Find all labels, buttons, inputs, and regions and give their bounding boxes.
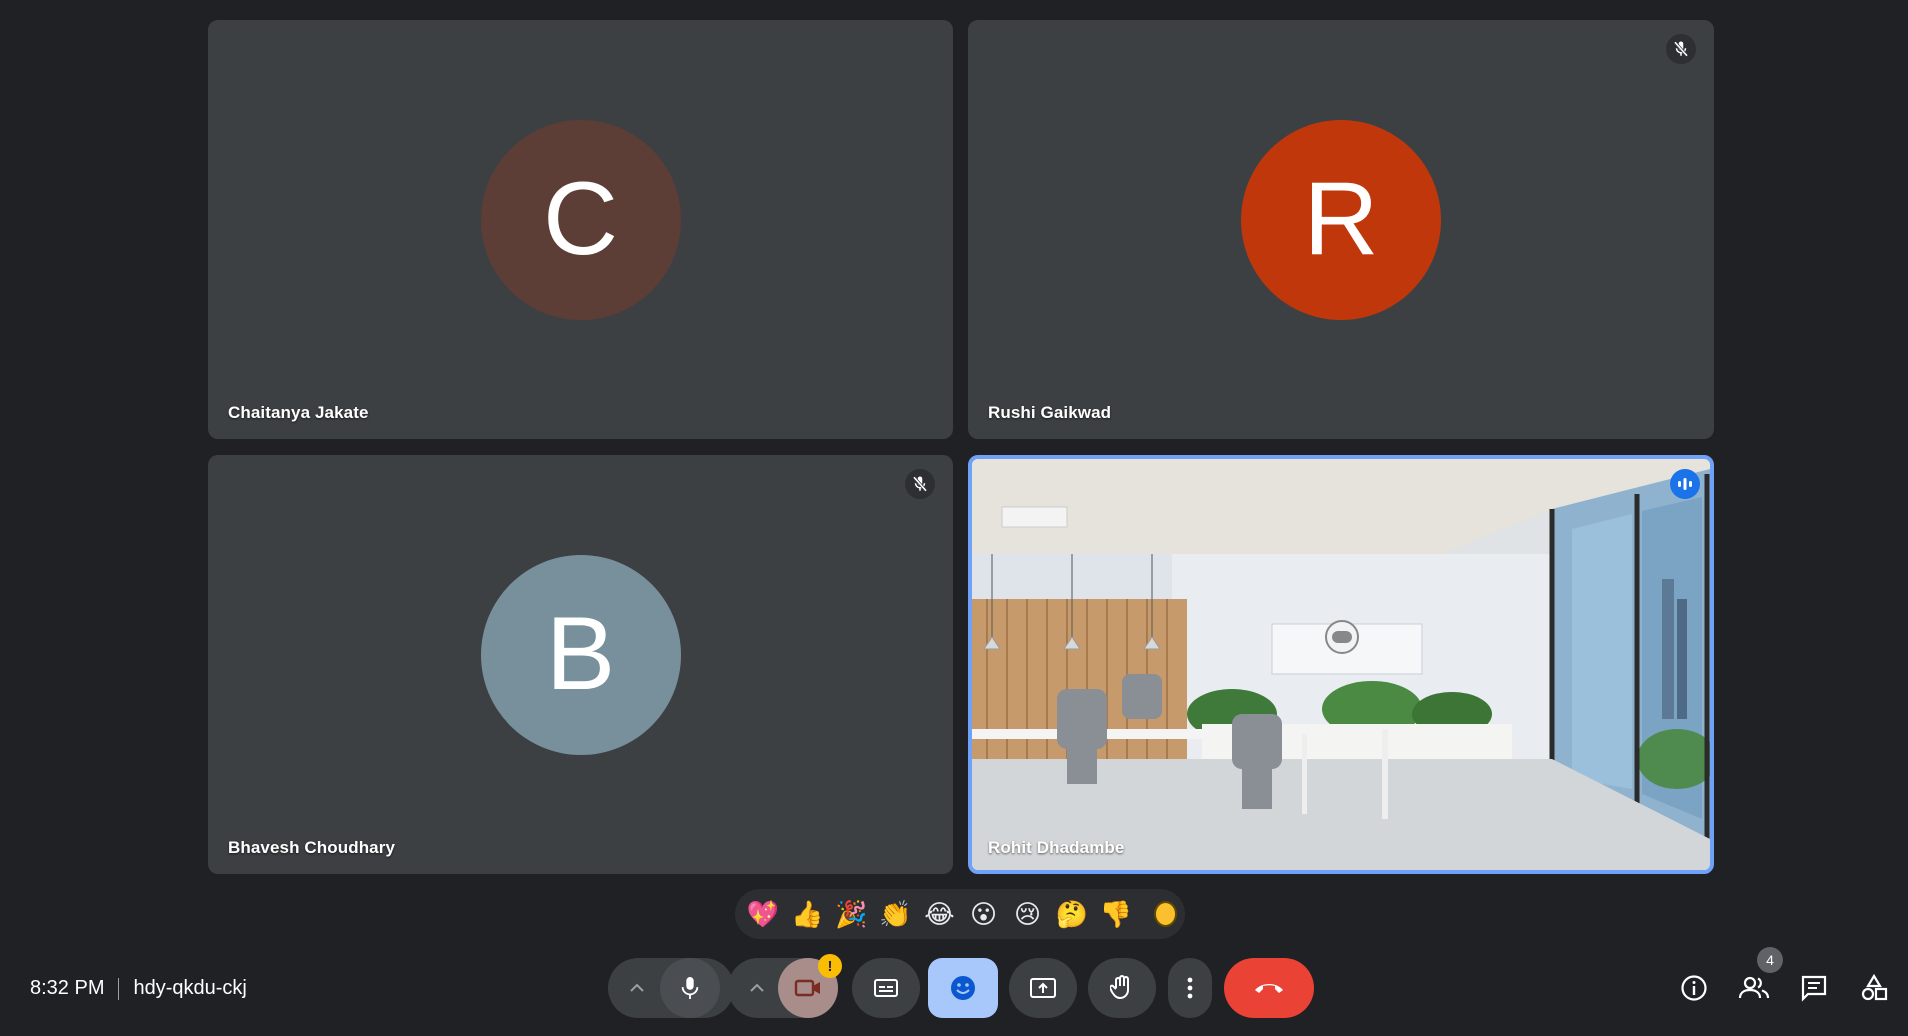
clock-time: 8:32 PM xyxy=(30,977,105,999)
raise-hand-button[interactable] xyxy=(1088,958,1156,1018)
reactions-bar: 💖 👍 🎉 👏 😂 😮 😢 🤔 👎 xyxy=(735,889,1185,939)
speaking-indicator-icon xyxy=(1670,469,1700,499)
captions-button[interactable] xyxy=(852,958,920,1018)
more-options-button[interactable] xyxy=(1168,958,1212,1018)
mic-off-icon xyxy=(1666,34,1696,64)
participant-name: Bhavesh Choudhary xyxy=(228,838,396,857)
present-screen-button[interactable] xyxy=(1009,958,1077,1018)
camera-warning-badge: ! xyxy=(818,954,842,978)
people-count-badge: 4 xyxy=(1757,947,1783,973)
meeting-details-button[interactable] xyxy=(1672,966,1716,1010)
meeting-code: hdy-qkdu-ckj xyxy=(133,977,247,999)
participant-name: Chaitanya Jakate xyxy=(228,403,369,422)
mic-off-icon xyxy=(905,469,935,499)
reaction-tears-of-joy[interactable]: 😂 xyxy=(919,894,959,934)
reaction-sparkling-heart[interactable]: 💖 xyxy=(743,894,783,934)
reaction-thumbs-up[interactable]: 👍 xyxy=(787,894,827,934)
avatar: C xyxy=(480,119,681,320)
meeting-info: 8:32 PM hdy-qkdu-ckj xyxy=(30,977,247,1000)
participant-name: Rushi Gaikwad xyxy=(988,403,1112,422)
reaction-party-popper[interactable]: 🎉 xyxy=(831,894,871,934)
skin-tone-selector[interactable] xyxy=(1153,901,1178,927)
call-end-icon xyxy=(1255,984,1283,993)
reaction-crying[interactable]: 😢 xyxy=(1008,894,1048,934)
present-to-all-icon xyxy=(1030,978,1056,998)
more-vert-icon xyxy=(1187,977,1193,999)
reaction-thinking[interactable]: 🤔 xyxy=(1052,894,1092,934)
avatar: B xyxy=(480,554,681,755)
participant-tile-rushi[interactable]: R Rushi Gaikwad xyxy=(968,20,1714,439)
video-feed-office xyxy=(972,459,1710,870)
microphone-button[interactable] xyxy=(660,958,720,1018)
reaction-surprised[interactable]: 😮 xyxy=(963,894,1003,934)
avatar: R xyxy=(1241,119,1441,320)
info-icon xyxy=(1681,975,1707,1001)
participant-tile-chaitanya[interactable]: C Chaitanya Jakate xyxy=(208,20,953,439)
participant-tile-bhavesh[interactable]: B Bhavesh Choudhary xyxy=(208,455,953,874)
closed-captions-icon xyxy=(874,979,898,997)
chat-icon xyxy=(1801,975,1827,1002)
leave-call-button[interactable] xyxy=(1224,958,1314,1018)
video-options-chevron-icon[interactable] xyxy=(740,958,774,1018)
emoji-icon xyxy=(951,976,975,1000)
reaction-clapping[interactable]: 👏 xyxy=(875,894,915,934)
reaction-thumbs-down[interactable]: 👎 xyxy=(1096,894,1136,934)
microphone-icon xyxy=(681,977,699,999)
audio-options-chevron-icon[interactable] xyxy=(620,958,654,1018)
activities-button[interactable] xyxy=(1852,966,1896,1010)
people-icon xyxy=(1738,976,1770,999)
participant-tile-rohit[interactable]: Rohit Dhadambe xyxy=(968,455,1714,874)
participant-name: Rohit Dhadambe xyxy=(988,838,1125,857)
divider xyxy=(118,977,120,1000)
activities-shapes-icon xyxy=(1861,974,1888,1001)
camera-icon xyxy=(794,979,820,997)
reactions-button[interactable] xyxy=(928,958,998,1018)
chat-button[interactable] xyxy=(1792,966,1836,1010)
hand-icon xyxy=(1110,975,1129,1000)
